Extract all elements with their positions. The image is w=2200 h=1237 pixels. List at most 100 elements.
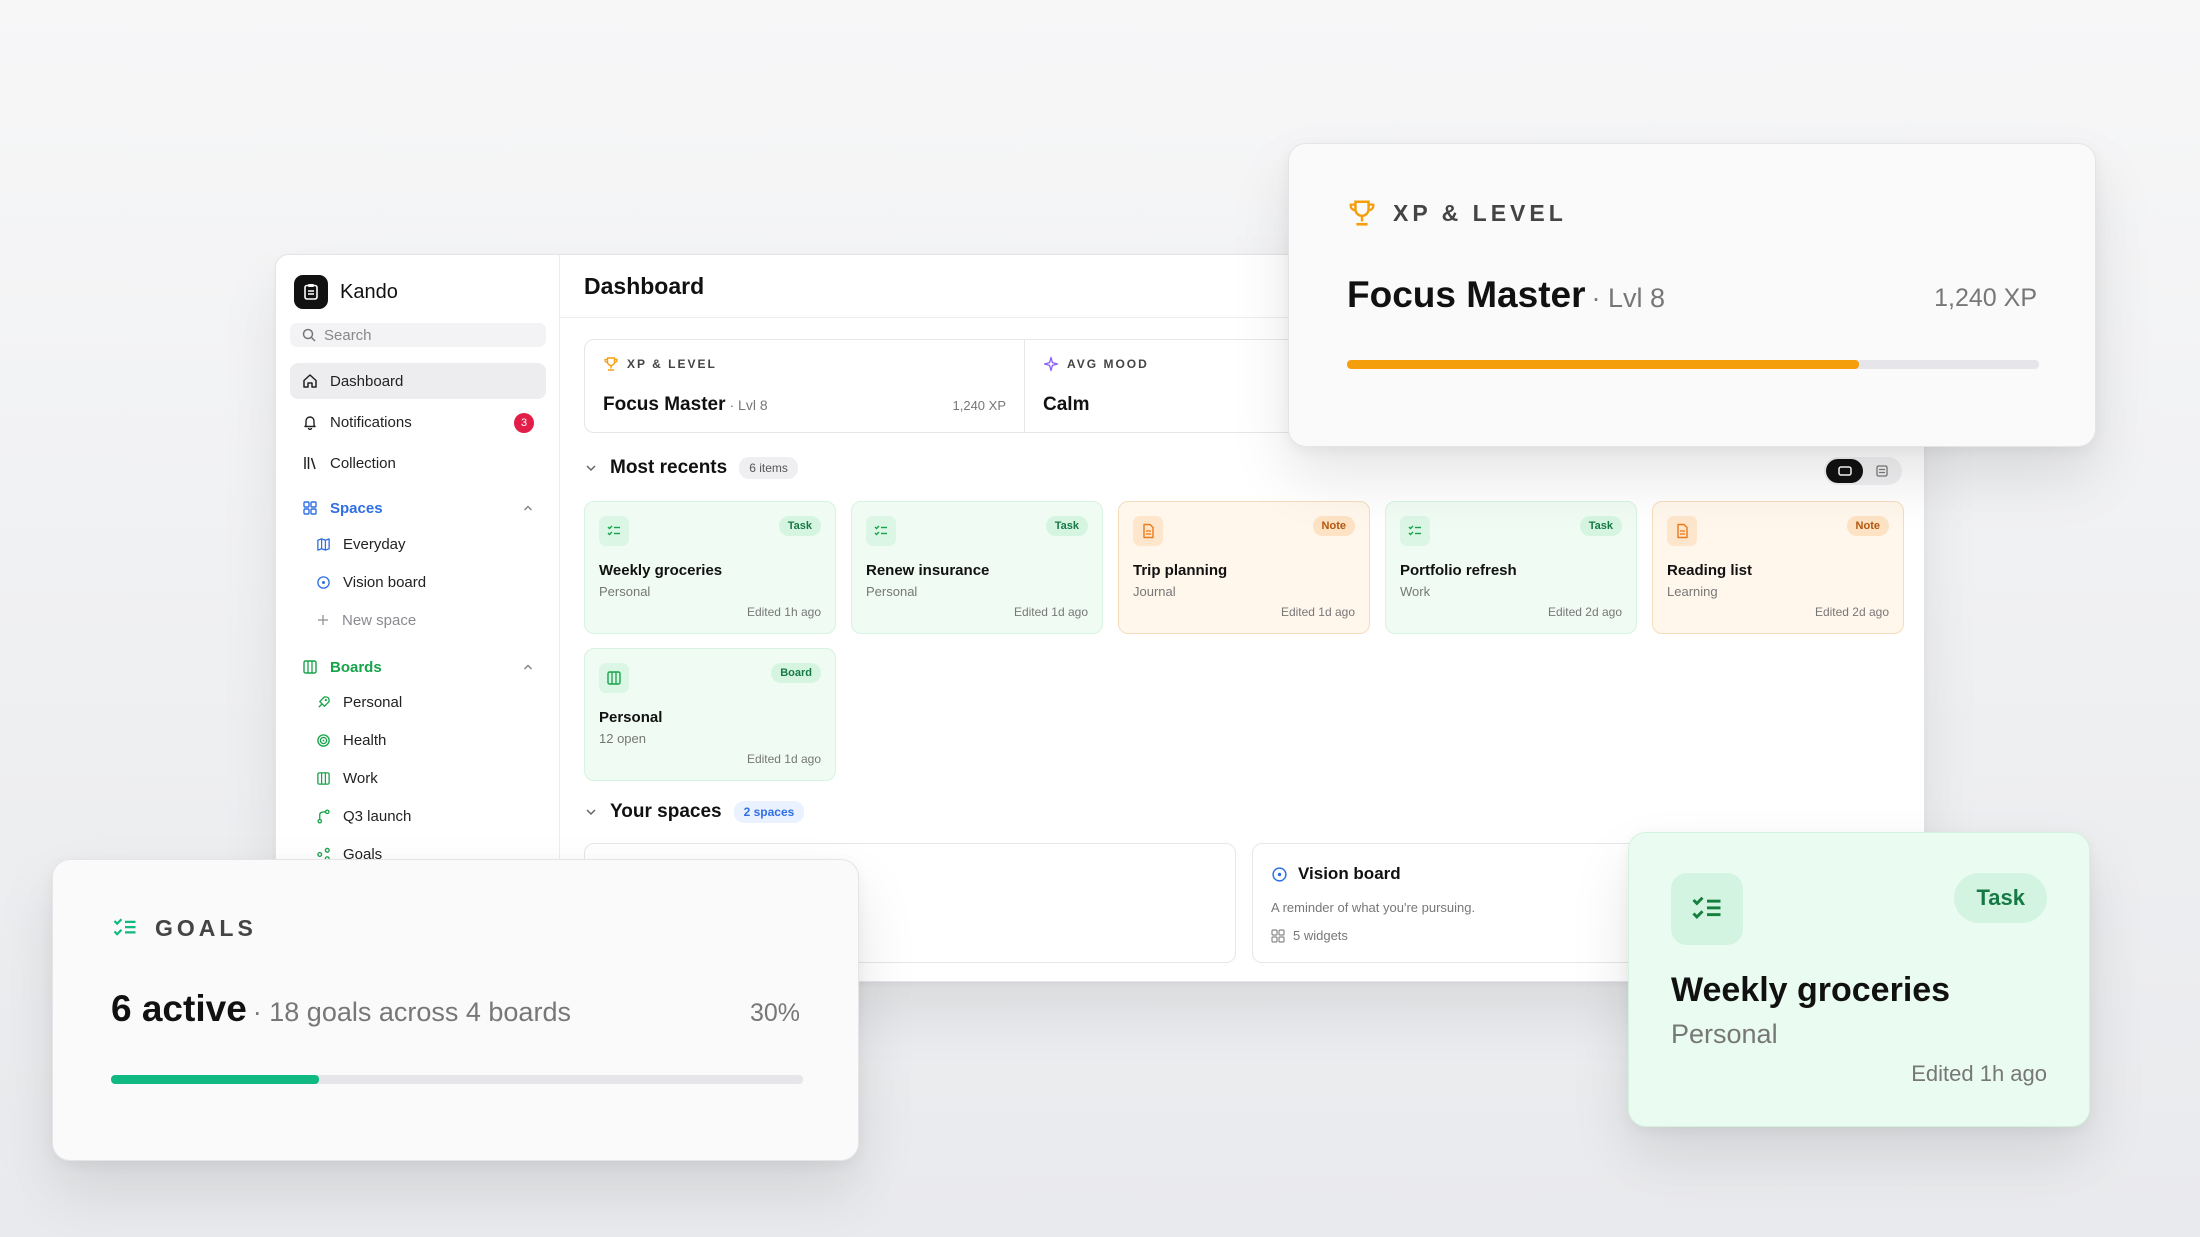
card-title: Portfolio refresh — [1400, 562, 1517, 579]
map-icon — [317, 537, 330, 551]
compass-icon — [317, 575, 330, 589]
recent-card[interactable]: Task Portfolio refresh Work Edited 2d ag… — [1385, 501, 1637, 634]
card-type-badge: Task — [1045, 516, 1088, 536]
space-description: A reminder of what you're pursuing. — [1271, 900, 1476, 915]
recent-card[interactable]: Task Renew insurance Personal Edited 1d … — [851, 501, 1103, 634]
nav-label: Notifications — [330, 413, 412, 431]
task-list-icon — [599, 516, 629, 546]
trophy-icon — [1349, 200, 1375, 226]
new-space-button[interactable]: New space — [316, 605, 546, 635]
home-icon — [303, 374, 317, 388]
plus-icon — [318, 615, 328, 625]
xp-level-card[interactable]: XP & LEVEL Focus Master · Lvl 8 1,240 XP — [1288, 143, 2096, 447]
goals-progress-track — [111, 1075, 803, 1084]
goals-active: 6 active — [111, 988, 247, 1029]
card-title: Trip planning — [1133, 562, 1228, 579]
task-edited-time: Edited 1h ago — [1911, 1061, 2047, 1086]
chevron-up-icon[interactable] — [522, 661, 534, 673]
sidebar-item-label: Q3 launch — [343, 807, 412, 825]
card-edited-time: Edited 2d ago — [1547, 605, 1622, 619]
stat-value: Focus Master · Lvl 8 — [603, 394, 768, 416]
stat-xp-total: 1,240 XP — [952, 398, 1007, 413]
stat-label-text: XP & LEVEL — [627, 357, 717, 371]
sidebar-item-label: Work — [343, 769, 378, 787]
branch-icon — [317, 808, 330, 824]
target-icon — [317, 733, 330, 747]
task-list-icon — [113, 918, 136, 936]
xp-progress-fill — [1347, 360, 1860, 369]
nav-collection[interactable]: Collection — [290, 445, 546, 481]
rocket-icon — [318, 695, 330, 708]
spaces-count-badge: 2 spaces — [733, 801, 805, 823]
xp-title: Focus Master — [1347, 274, 1586, 315]
card-title: Weekly groceries — [599, 562, 723, 579]
sidebar-item-label: Health — [343, 731, 387, 749]
stat-xp-level[interactable]: XP & LEVEL Focus Master · Lvl 8 1,240 XP — [585, 340, 1025, 432]
card-subtitle: Work — [1400, 584, 1431, 599]
card-title: Renew insurance — [866, 562, 990, 579]
xp-progress-track — [1347, 360, 2039, 369]
card-edited-time: Edited 1d ago — [1280, 605, 1355, 619]
card-title: Reading list — [1667, 562, 1753, 579]
nav-notifications[interactable]: Notifications 3 — [290, 404, 546, 440]
card-view-button[interactable] — [1826, 459, 1863, 483]
goals-sub: · 18 goals across 4 boards — [252, 997, 571, 1027]
sidebar-item-q3-launch[interactable]: Q3 launch — [316, 801, 546, 831]
columns-icon — [303, 660, 317, 674]
recents-header[interactable]: Most recents 6 items — [584, 457, 798, 479]
sidebar-item-vision-board[interactable]: Vision board — [316, 567, 546, 597]
stat-value: Calm — [1043, 394, 1090, 415]
boards-section-header[interactable]: Boards — [290, 652, 546, 682]
card-type-badge: Note — [1846, 516, 1889, 536]
spaces-section-header[interactable]: Spaces — [290, 493, 546, 523]
view-toggle[interactable] — [1824, 457, 1902, 485]
search-input[interactable]: Search — [290, 323, 546, 347]
card-subtitle: Personal — [866, 584, 918, 599]
sidebar-item-label: Vision board — [343, 573, 427, 591]
app-logo-icon — [294, 275, 328, 309]
nav-label: Collection — [330, 454, 396, 472]
spaces-title: Your spaces — [610, 801, 722, 822]
chevron-down-icon[interactable] — [584, 805, 598, 819]
nav-label: Dashboard — [330, 372, 404, 390]
nav-dashboard[interactable]: Dashboard — [290, 363, 546, 399]
spaces-header[interactable]: Your spaces 2 spaces — [584, 801, 805, 823]
stat-sub: · Lvl 8 — [729, 397, 768, 413]
card-edited-time: Edited 2d ago — [1814, 605, 1889, 619]
brand[interactable]: Kando — [294, 275, 398, 309]
recent-card[interactable]: Note Trip planning Journal Edited 1d ago — [1118, 501, 1370, 634]
trophy-icon — [604, 357, 618, 371]
card-edited-time: Edited 1d ago — [746, 752, 821, 766]
sidebar-item-work[interactable]: Work — [316, 763, 546, 793]
goals-label: GOALS — [155, 914, 257, 941]
xp-value: Focus Master · Lvl 8 — [1347, 274, 1665, 316]
list-view-button[interactable] — [1863, 459, 1900, 483]
search-placeholder: Search — [324, 326, 372, 344]
xp-label: XP & LEVEL — [1393, 199, 1567, 226]
card-type-badge: Task — [778, 516, 821, 536]
notification-count-badge: 3 — [514, 413, 534, 433]
task-title: Weekly groceries — [1671, 971, 1951, 1009]
xp-label-row: XP & LEVEL — [1347, 198, 1567, 228]
card-view-icon — [1837, 466, 1852, 476]
list-view-icon — [1875, 465, 1888, 477]
task-list-icon — [866, 516, 896, 546]
sidebar-item-everyday[interactable]: Everyday — [316, 529, 546, 559]
card-subtitle: Personal — [599, 584, 651, 599]
xp-level: · Lvl 8 — [1591, 283, 1666, 313]
recent-card[interactable]: Task Weekly groceries Personal Edited 1h… — [584, 501, 836, 634]
sidebar-item-personal[interactable]: Personal — [316, 687, 546, 717]
stat-value-text: Focus Master — [603, 394, 726, 415]
chevron-up-icon[interactable] — [522, 502, 534, 514]
sidebar-item-label: New space — [342, 611, 417, 629]
recent-card[interactable]: Board Personal 12 open Edited 1d ago — [584, 648, 836, 781]
card-subtitle: 12 open — [599, 731, 646, 746]
goals-card[interactable]: GOALS 6 active · 18 goals across 4 boards… — [52, 859, 859, 1161]
sidebar-item-health[interactable]: Health — [316, 725, 546, 755]
chevron-down-icon[interactable] — [584, 461, 598, 475]
recent-card[interactable]: Note Reading list Learning Edited 2d ago — [1652, 501, 1904, 634]
search-icon — [302, 328, 316, 342]
task-card-weekly-groceries[interactable]: Task Weekly groceries Personal Edited 1h… — [1628, 832, 2090, 1127]
card-edited-time: Edited 1h ago — [746, 605, 821, 619]
goals-value: 6 active · 18 goals across 4 boards — [111, 988, 571, 1030]
